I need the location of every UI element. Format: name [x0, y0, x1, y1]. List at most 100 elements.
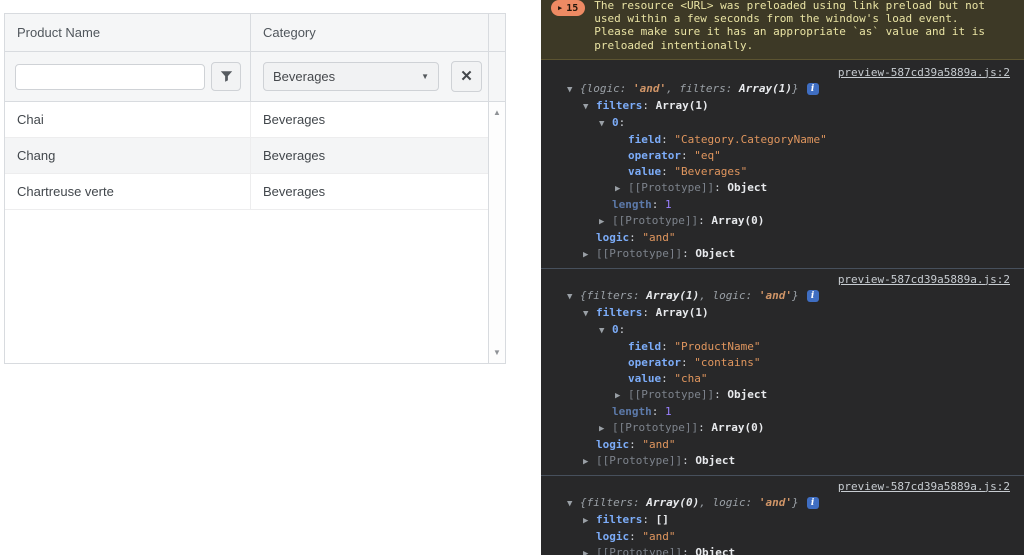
property-key: value	[628, 372, 661, 385]
property-key: logic	[596, 438, 629, 451]
header-scrollbar-spacer	[488, 14, 505, 51]
preview-segment: ,	[699, 496, 712, 509]
console-object-row[interactable]: ▶filters: []	[541, 512, 1024, 529]
preview-segment: logic	[587, 82, 620, 95]
table-row[interactable]: Chartreuse verteBeverages	[5, 174, 488, 210]
table-row[interactable]: ChaiBeverages	[5, 102, 488, 138]
colon: :	[698, 214, 711, 227]
source-link[interactable]: preview-587cd39a5889a.js:2	[838, 480, 1010, 493]
console-object-row[interactable]: ▶[[Prototype]]: Array(0)	[541, 213, 1024, 230]
console-object-row[interactable]: ▶[[Prototype]]: Array(0)	[541, 420, 1024, 437]
console-object-row[interactable]: value: "Beverages"	[541, 164, 1024, 180]
console-object-row[interactable]: logic: "and"	[541, 437, 1024, 453]
console-object-row[interactable]: ▶[[Prototype]]: Object	[541, 387, 1024, 404]
expand-arrow-icon[interactable]: ▶	[615, 388, 628, 404]
category-filter-cell: Beverages ▼ ✕	[251, 52, 488, 101]
expand-arrow-icon[interactable]: ▼	[599, 116, 612, 132]
preview-segment: :	[746, 289, 759, 302]
console-object-row[interactable]: ▶[[Prototype]]: Object	[541, 545, 1024, 555]
preview-segment: filters	[679, 82, 725, 95]
column-header-category[interactable]: Category	[251, 14, 488, 51]
property-key: operator	[628, 149, 681, 162]
grid-header-row: Product Name Category	[5, 14, 505, 52]
table-row[interactable]: ChangBeverages	[5, 138, 488, 174]
colon: :	[642, 513, 655, 526]
preview-segment: :	[620, 82, 633, 95]
expand-arrow-icon[interactable]: ▼	[567, 496, 580, 512]
expand-arrow-icon[interactable]: ▼	[567, 82, 580, 98]
console-object-row[interactable]: operator: "eq"	[541, 148, 1024, 164]
colon: :	[661, 165, 674, 178]
console-object-row[interactable]: value: "cha"	[541, 371, 1024, 387]
scroll-up-icon[interactable]: ▲	[489, 108, 505, 117]
preview-segment: Array(0)	[646, 496, 699, 509]
console-warning-message: ▶ 15 The resource <URL> was preloaded us…	[541, 0, 1024, 60]
property-value: Object	[727, 181, 767, 194]
preview-segment: ,	[699, 289, 712, 302]
expand-arrow-icon[interactable]: ▶	[599, 214, 612, 230]
scroll-down-icon[interactable]: ▼	[489, 348, 505, 357]
property-key: filters	[596, 513, 642, 526]
console-object-preview[interactable]: ▼{filters: Array(0), logic: 'and'}i	[541, 495, 1024, 512]
colon: :	[619, 323, 632, 336]
warning-text-line: preloaded intentionally.	[594, 39, 985, 52]
property-value: "cha"	[674, 372, 707, 385]
console-object-row[interactable]: field: "Category.CategoryName"	[541, 132, 1024, 148]
console-object-row[interactable]: field: "ProductName"	[541, 339, 1024, 355]
console-object-row[interactable]: length: 1	[541, 197, 1024, 213]
info-icon[interactable]: i	[807, 83, 819, 95]
preview-segment: {	[580, 289, 587, 302]
expand-arrow-icon[interactable]: ▼	[567, 289, 580, 305]
console-object-row[interactable]: operator: "contains"	[541, 355, 1024, 371]
warning-text: The resource <URL> was preloaded using l…	[594, 0, 985, 52]
console-object-row[interactable]: logic: "and"	[541, 529, 1024, 545]
expand-arrow-icon[interactable]: ▶	[599, 421, 612, 437]
property-key: [[Prototype]]	[628, 181, 714, 194]
preview-segment: 'and'	[759, 496, 792, 509]
colon: :	[681, 356, 694, 369]
console-object-row[interactable]: ▼filters: Array(1)	[541, 98, 1024, 115]
console-object-row[interactable]: ▼0:	[541, 322, 1024, 339]
property-key: 0	[612, 323, 619, 336]
property-value: Object	[695, 247, 735, 260]
column-header-product-name[interactable]: Product Name	[5, 14, 251, 51]
preview-segment: Array(1)	[739, 82, 792, 95]
info-icon[interactable]: i	[807, 290, 819, 302]
console-object-row[interactable]: ▶[[Prototype]]: Object	[541, 246, 1024, 263]
expand-arrow-icon[interactable]: ▶	[583, 513, 596, 529]
console-object-row[interactable]: ▼0:	[541, 115, 1024, 132]
property-value: Array(0)	[711, 214, 764, 227]
expand-arrow-icon[interactable]: ▶	[583, 247, 596, 263]
property-value: 1	[665, 198, 672, 211]
product-filter-input[interactable]	[15, 64, 205, 90]
colon: :	[642, 99, 655, 112]
colon: :	[682, 247, 695, 260]
expand-arrow-icon[interactable]: ▶	[583, 454, 596, 470]
category-filter-dropdown[interactable]: Beverages ▼	[263, 62, 439, 91]
colon: :	[661, 133, 674, 146]
clear-filter-button[interactable]: ✕	[451, 61, 482, 92]
console-object-row[interactable]: logic: "and"	[541, 230, 1024, 246]
console-object-row[interactable]: ▼filters: Array(1)	[541, 305, 1024, 322]
info-icon[interactable]: i	[807, 497, 819, 509]
warning-count-badge[interactable]: ▶ 15	[551, 0, 585, 16]
filter-scrollbar-spacer	[488, 52, 505, 101]
property-value: "eq"	[694, 149, 721, 162]
console-object-row[interactable]: ▶[[Prototype]]: Object	[541, 180, 1024, 197]
expand-arrow-icon[interactable]: ▶	[583, 546, 596, 555]
console-object-preview[interactable]: ▼{filters: Array(1), logic: 'and'}i	[541, 288, 1024, 305]
expand-arrow-icon[interactable]: ▶	[615, 181, 628, 197]
expand-arrow-icon[interactable]: ▼	[599, 323, 612, 339]
console-object-row[interactable]: length: 1	[541, 404, 1024, 420]
colon: :	[642, 306, 655, 319]
expand-arrow-icon[interactable]: ▼	[583, 306, 596, 322]
product-name-cell: Chai	[5, 102, 251, 137]
property-key: [[Prototype]]	[596, 247, 682, 260]
source-link[interactable]: preview-587cd39a5889a.js:2	[838, 273, 1010, 286]
product-filter-button[interactable]	[211, 62, 241, 91]
source-link[interactable]: preview-587cd39a5889a.js:2	[838, 66, 1010, 79]
console-object-row[interactable]: ▶[[Prototype]]: Object	[541, 453, 1024, 470]
expand-arrow-icon[interactable]: ▼	[583, 99, 596, 115]
console-object-preview[interactable]: ▼{logic: 'and', filters: Array(1)}i	[541, 81, 1024, 98]
vertical-scrollbar[interactable]: ▲ ▼	[488, 102, 505, 363]
